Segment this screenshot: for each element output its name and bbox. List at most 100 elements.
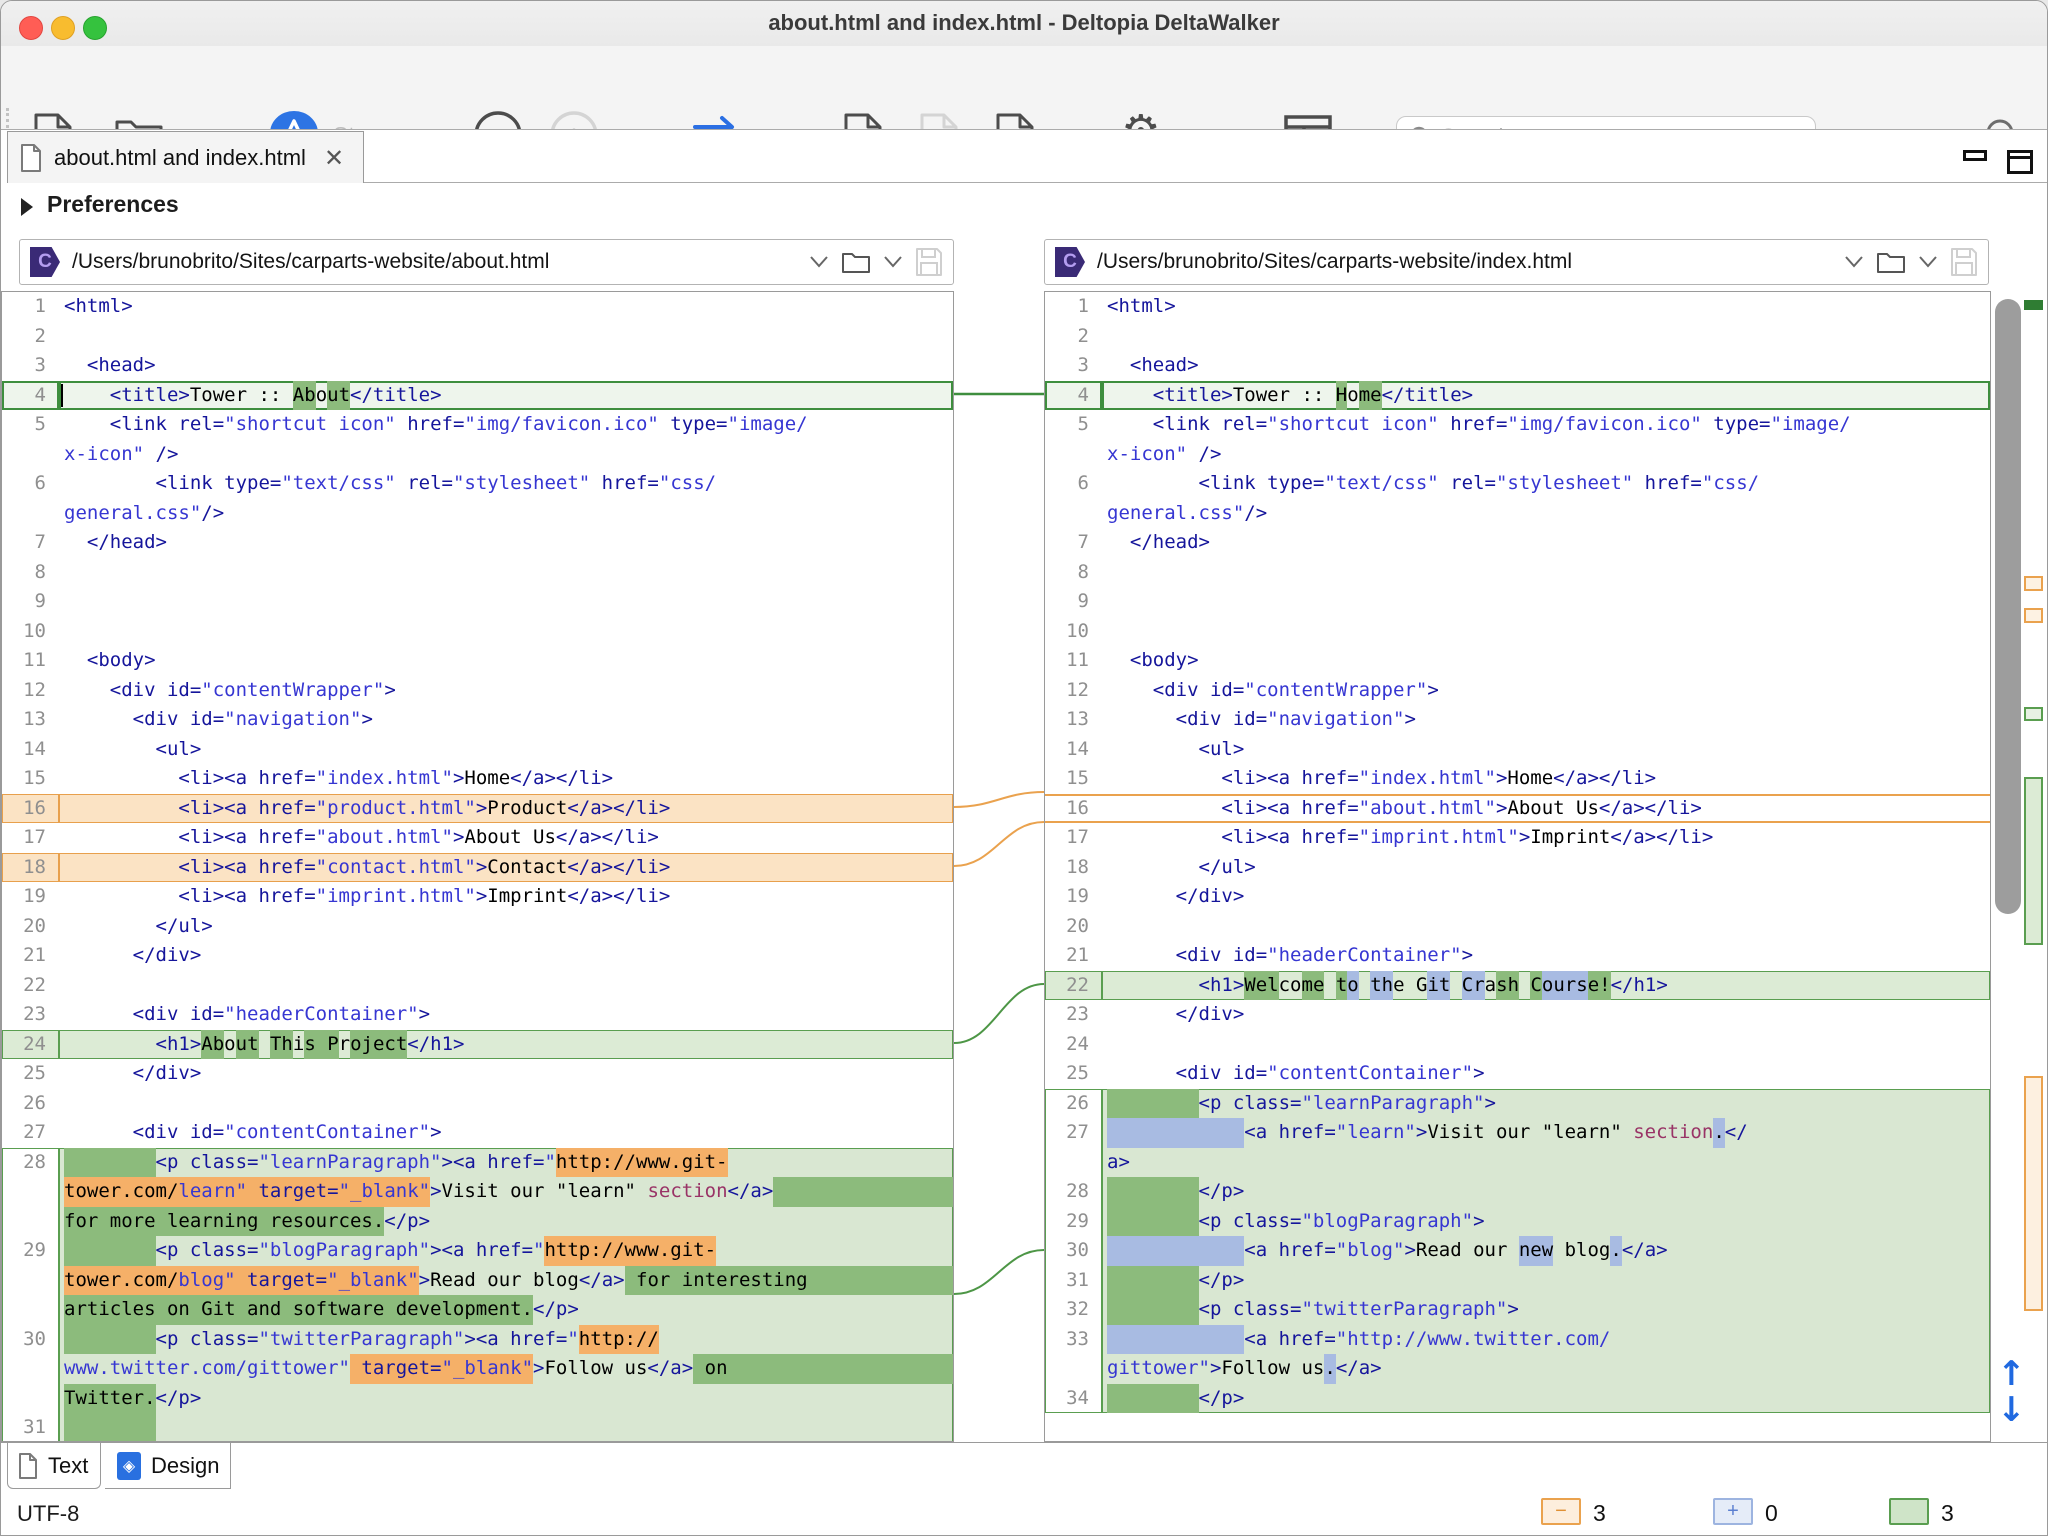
code-row[interactable]: 29 <p class="blogParagraph"><a href="htt… — [2, 1236, 953, 1266]
code-row[interactable]: www.twitter.com/gittower" target="_blank… — [2, 1354, 953, 1384]
code-row[interactable]: 15 <li><a href="index.html">Home</a></li… — [2, 764, 953, 794]
code-row[interactable]: 4 <title>Tower :: Home</title> — [1045, 381, 1990, 411]
code-row[interactable]: 23 </div> — [1045, 1000, 1990, 1030]
code-row[interactable]: 17 <li><a href="imprint.html">Imprint</a… — [1045, 823, 1990, 853]
code-row[interactable]: 24 — [1045, 1030, 1990, 1060]
right-file-path-field[interactable]: C /Users/brunobrito/Sites/carparts-websi… — [1044, 239, 1989, 285]
code-row[interactable]: 21 <div id="headerContainer"> — [1045, 941, 1990, 971]
code-row[interactable]: 26 <p class="learnParagraph"> — [1045, 1089, 1990, 1119]
code-row[interactable]: 13 <div id="navigation"> — [1045, 705, 1990, 735]
chevron-down-icon[interactable] — [807, 254, 831, 270]
code-row[interactable]: gittower">Follow us.</a> — [1045, 1354, 1990, 1384]
code-row[interactable]: 6 <link type="text/css" rel="stylesheet"… — [2, 469, 953, 499]
code-row[interactable]: general.css"/> — [2, 499, 953, 529]
disclosure-triangle-icon[interactable] — [21, 198, 33, 216]
left-file-path-field[interactable]: C /Users/brunobrito/Sites/carparts-websi… — [19, 239, 954, 285]
code-row[interactable]: 13 <div id="navigation"> — [2, 705, 953, 735]
overview-marker-change-block[interactable] — [2024, 777, 2043, 945]
code-row[interactable]: 34 </p> — [1045, 1384, 1990, 1414]
code-row[interactable]: 3 <head> — [1045, 351, 1990, 381]
close-tab-icon[interactable]: ✕ — [324, 144, 344, 173]
code-row[interactable]: 7 </head> — [1045, 528, 1990, 558]
code-row[interactable]: 17 <li><a href="about.html">About Us</a>… — [2, 823, 953, 853]
code-row[interactable]: 14 <ul> — [1045, 735, 1990, 765]
code-row[interactable]: 2 — [1045, 322, 1990, 352]
overview-marker-deletion[interactable] — [2024, 576, 2043, 591]
minimize-view-icon[interactable] — [1963, 150, 1987, 161]
overview-marker-deletion[interactable] — [2024, 608, 2043, 623]
code-row[interactable]: 15 <li><a href="index.html">Home</a></li… — [1045, 764, 1990, 794]
code-row[interactable]: 33 <a href="http://www.twitter.com/ — [1045, 1325, 1990, 1355]
preferences-label[interactable]: Preferences — [47, 191, 179, 218]
folder-icon[interactable] — [1876, 249, 1906, 275]
code-row[interactable]: 23 <div id="headerContainer"> — [2, 1000, 953, 1030]
maximize-view-icon[interactable] — [2007, 150, 2033, 174]
chevron-down-icon[interactable] — [1916, 254, 1940, 270]
code-row[interactable]: 20 — [1045, 912, 1990, 942]
code-row[interactable]: 28 <p class="learnParagraph"><a href="ht… — [2, 1148, 953, 1178]
code-row[interactable]: Twitter.</p> — [2, 1384, 953, 1414]
code-row[interactable]: 11 <body> — [1045, 646, 1990, 676]
folder-icon[interactable] — [841, 249, 871, 275]
code-row[interactable]: 14 <ul> — [2, 735, 953, 765]
overview-marker-change[interactable] — [2024, 707, 2043, 721]
code-row[interactable]: 30 <p class="twitterParagraph"><a href="… — [2, 1325, 953, 1355]
code-row[interactable]: 5 <link rel="shortcut icon" href="img/fa… — [2, 410, 953, 440]
code-row[interactable]: 24 <h1>About This Project</h1> — [2, 1030, 953, 1060]
code-row[interactable]: 18 <li><a href="contact.html">Contact</a… — [2, 853, 953, 883]
code-row[interactable]: 9 — [1045, 587, 1990, 617]
code-row[interactable]: 8 — [2, 558, 953, 588]
code-row[interactable]: for more learning resources.</p> — [2, 1207, 953, 1237]
code-row[interactable]: 31 — [2, 1413, 953, 1442]
next-change-arrow-icon[interactable]: ↓ — [1997, 1395, 2026, 1425]
code-row[interactable]: 25 </div> — [2, 1059, 953, 1089]
code-row[interactable]: 22 — [2, 971, 953, 1001]
code-row[interactable]: general.css"/> — [1045, 499, 1990, 529]
code-row[interactable]: 10 — [2, 617, 953, 647]
code-row[interactable]: 6 <link type="text/css" rel="stylesheet"… — [1045, 469, 1990, 499]
code-row[interactable]: 26 — [2, 1089, 953, 1119]
code-row[interactable]: tower.com/blog" target="_blank">Read our… — [2, 1266, 953, 1296]
code-row[interactable]: 16 <li><a href="about.html">About Us</a>… — [1045, 794, 1990, 824]
code-row[interactable]: 28 </p> — [1045, 1177, 1990, 1207]
chevron-down-icon[interactable] — [1842, 254, 1866, 270]
vertical-scrollbar-thumb[interactable] — [1995, 299, 2021, 914]
code-row[interactable]: 20 </ul> — [2, 912, 953, 942]
code-row[interactable]: 30 <a href="blog">Read our new blog.</a> — [1045, 1236, 1990, 1266]
overview-marker-change[interactable] — [2024, 300, 2043, 310]
previous-change-arrow-icon[interactable]: ↑ — [1997, 1359, 2026, 1389]
code-row[interactable]: x-icon" /> — [1045, 440, 1990, 470]
code-row[interactable]: 1<html> — [2, 292, 953, 322]
code-row[interactable]: 5 <link rel="shortcut icon" href="img/fa… — [1045, 410, 1990, 440]
code-row[interactable]: articles on Git and software development… — [2, 1295, 953, 1325]
code-row[interactable]: 3 <head> — [2, 351, 953, 381]
code-row[interactable]: 25 <div id="contentContainer"> — [1045, 1059, 1990, 1089]
code-row[interactable]: 9 — [2, 587, 953, 617]
right-code-pane[interactable]: 1<html>23 <head>4 <title>Tower :: Home</… — [1044, 291, 1991, 1442]
code-row[interactable]: 22 <h1>Welcome to the Git Crash Course!<… — [1045, 971, 1990, 1001]
code-row[interactable]: 19 <li><a href="imprint.html">Imprint</a… — [2, 882, 953, 912]
code-row[interactable]: x-icon" /> — [2, 440, 953, 470]
code-row[interactable]: 8 — [1045, 558, 1990, 588]
code-row[interactable]: 21 </div> — [2, 941, 953, 971]
code-row[interactable]: 12 <div id="contentWrapper"> — [2, 676, 953, 706]
code-row[interactable]: 7 </head> — [2, 528, 953, 558]
code-row[interactable]: 29 <p class="blogParagraph"> — [1045, 1207, 1990, 1237]
code-row[interactable]: 2 — [2, 322, 953, 352]
code-row[interactable]: 27 <div id="contentContainer"> — [2, 1118, 953, 1148]
code-row[interactable]: 19 </div> — [1045, 882, 1990, 912]
chevron-down-icon[interactable] — [881, 254, 905, 270]
code-row[interactable]: 31 </p> — [1045, 1266, 1990, 1296]
code-row[interactable]: tower.com/learn" target="_blank">Visit o… — [2, 1177, 953, 1207]
code-row[interactable]: 16 <li><a href="product.html">Product</a… — [2, 794, 953, 824]
code-row[interactable]: 12 <div id="contentWrapper"> — [1045, 676, 1990, 706]
tab-design-view[interactable]: ◈ Design — [105, 1443, 231, 1489]
code-row[interactable]: 32 <p class="twitterParagraph"> — [1045, 1295, 1990, 1325]
left-code-pane[interactable]: 1<html>23 <head>4 <title>Tower :: About<… — [1, 291, 954, 1442]
code-row[interactable]: a> — [1045, 1148, 1990, 1178]
tab-text-view[interactable]: Text — [7, 1443, 101, 1489]
tab-about-and-index[interactable]: about.html and index.html ✕ — [7, 131, 364, 184]
code-row[interactable]: 1<html> — [1045, 292, 1990, 322]
code-row[interactable]: 4 <title>Tower :: About</title> — [2, 381, 953, 411]
overview-marker-current-block[interactable] — [2024, 1076, 2043, 1311]
